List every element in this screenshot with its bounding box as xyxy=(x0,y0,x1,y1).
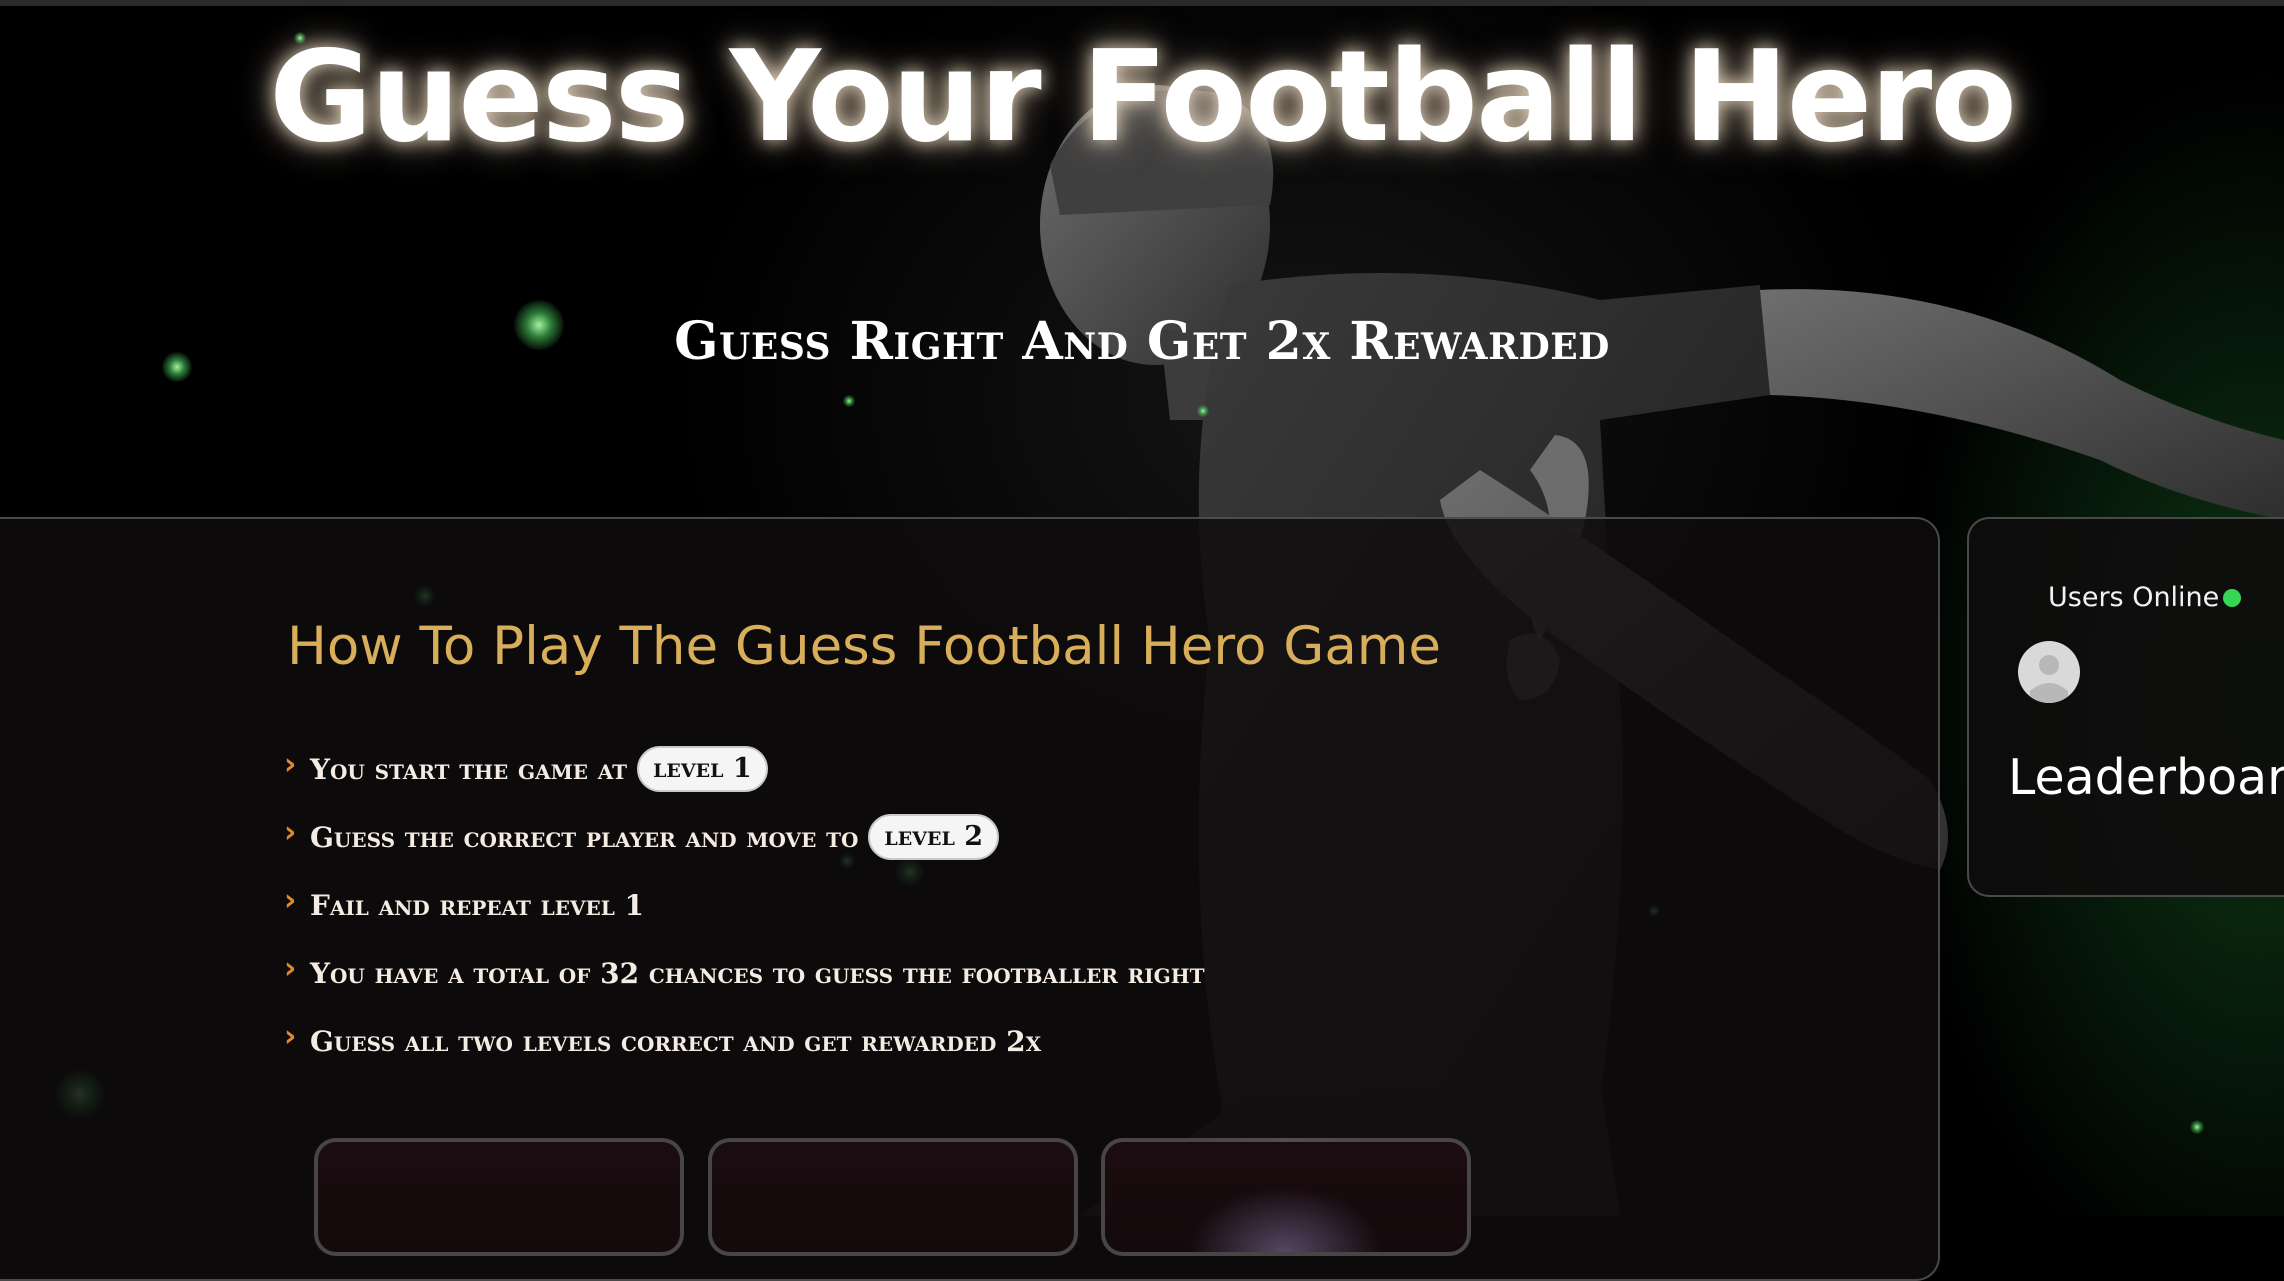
rule-item: › You start the game at level 1 xyxy=(284,746,1205,792)
rule-text: Fail and repeat level 1 xyxy=(310,888,645,922)
rule-text: You have a total of 32 chances to guess … xyxy=(310,956,1205,990)
level-badge: level 2 xyxy=(868,814,999,860)
rule-item: › Guess the correct player and move to l… xyxy=(284,814,1205,860)
game-card[interactable] xyxy=(1101,1138,1471,1256)
rule-item: › Guess all two levels correct and get r… xyxy=(284,1018,1205,1064)
chevron-right-icon: › xyxy=(284,746,297,782)
user-icon xyxy=(2030,655,2068,703)
sparkle xyxy=(843,395,855,407)
sparkle xyxy=(2190,1120,2204,1134)
users-online-label: Users Online xyxy=(2048,582,2220,613)
rules-list: › You start the game at level 1 › Guess … xyxy=(284,746,1205,1086)
how-to-play-title: How To Play The Guess Football Hero Game xyxy=(287,616,1442,677)
user-avatar[interactable] xyxy=(2018,641,2080,703)
leaderboard-panel xyxy=(1967,517,2284,897)
game-card[interactable] xyxy=(708,1138,1078,1256)
rule-item: › You have a total of 32 chances to gues… xyxy=(284,950,1205,996)
game-card[interactable] xyxy=(314,1138,684,1256)
level-badge: level 1 xyxy=(637,746,768,792)
chevron-right-icon: › xyxy=(284,814,297,850)
rule-text: Guess the correct player and move to xyxy=(310,820,859,854)
chevron-right-icon: › xyxy=(284,882,297,918)
chevron-right-icon: › xyxy=(284,950,297,986)
rule-item: › Fail and repeat level 1 xyxy=(284,882,1205,928)
rule-text: Guess all two levels correct and get rew… xyxy=(310,1024,1042,1058)
leaderboard-title: Leaderboar xyxy=(2008,749,2284,806)
chevron-right-icon: › xyxy=(284,1018,297,1054)
online-status-icon xyxy=(2223,588,2242,607)
hero-title: Guess Your Football Hero xyxy=(269,23,2017,170)
rule-text: You start the game at xyxy=(310,752,628,786)
sparkle xyxy=(1197,405,1209,417)
hero-subtitle: Guess Right And Get 2x Rewarded xyxy=(674,311,1610,372)
users-online-indicator: Users Online xyxy=(2048,582,2242,613)
